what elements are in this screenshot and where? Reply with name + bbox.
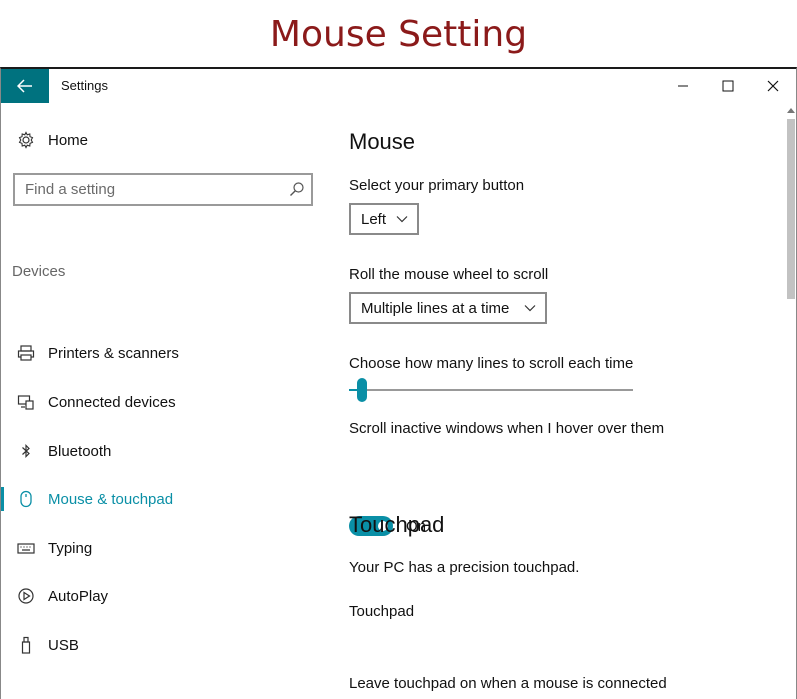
sidebar-item-label: Mouse & touchpad	[48, 490, 174, 508]
title-bar: Settings	[1, 69, 796, 103]
primary-button-dropdown[interactable]: Left	[349, 203, 419, 235]
leave-touchpad-label: Leave touchpad on when a mouse is connec…	[349, 675, 667, 692]
scroll-wheel-label: Roll the mouse wheel to scroll	[349, 266, 549, 283]
back-button[interactable]	[1, 69, 49, 103]
main-content: Mouse Select your primary button Left Ro…	[349, 103, 779, 699]
sidebar-item-label: Bluetooth	[48, 442, 112, 460]
minimize-button[interactable]	[663, 73, 703, 99]
sidebar-item-printers[interactable]: Printers & scanners	[1, 333, 329, 373]
gear-icon	[18, 131, 34, 149]
minimize-icon	[678, 85, 688, 87]
home-label: Home	[48, 131, 89, 149]
search-input[interactable]	[15, 175, 275, 204]
scroll-lines-slider-track[interactable]	[349, 389, 633, 391]
scroll-lines-label: Choose how many lines to scroll each tim…	[349, 355, 634, 372]
sidebar-item-typing[interactable]: Typing	[1, 528, 329, 568]
touchpad-heading: Touchpad	[349, 512, 445, 537]
sidebar-item-usb[interactable]: USB	[1, 625, 329, 665]
inactive-scroll-label: Scroll inactive windows when I hover ove…	[349, 420, 665, 437]
scrollbar-thumb[interactable]	[787, 119, 795, 299]
sidebar-item-label: USB	[48, 636, 79, 654]
scroll-lines-slider-thumb[interactable]	[357, 378, 367, 402]
scroll-mode-dropdown[interactable]: Multiple lines at a time	[349, 292, 547, 324]
back-arrow-icon	[17, 79, 32, 93]
sidebar-item-connected-devices[interactable]: Connected devices	[1, 382, 329, 422]
close-icon	[767, 80, 779, 92]
autoplay-icon	[17, 587, 35, 605]
sidebar-item-label: AutoPlay	[48, 587, 109, 605]
window-title: Settings	[61, 78, 108, 93]
maximize-icon	[722, 80, 734, 92]
printer-icon	[17, 344, 35, 362]
maximize-button[interactable]	[708, 73, 748, 99]
search-icon[interactable]	[289, 181, 305, 197]
close-button[interactable]	[753, 73, 793, 99]
sidebar-item-bluetooth[interactable]: Bluetooth	[1, 431, 329, 471]
sidebar: Home Devices Printers & scanners Connect…	[1, 103, 329, 699]
connected-devices-icon	[17, 393, 35, 411]
scroll-up-arrow-icon[interactable]	[787, 107, 795, 113]
chevron-down-icon	[524, 305, 536, 312]
touchpad-label: Touchpad	[349, 603, 415, 620]
primary-button-value: Left	[361, 210, 387, 228]
chevron-down-icon	[396, 216, 408, 223]
bluetooth-icon	[17, 442, 35, 460]
primary-button-label: Select your primary button	[349, 177, 525, 194]
sidebar-item-label: Connected devices	[48, 393, 176, 411]
mouse-heading: Mouse	[349, 129, 416, 154]
search-box	[13, 173, 313, 206]
section-label-devices: Devices	[12, 263, 66, 280]
precision-touchpad-text: Your PC has a precision touchpad.	[349, 559, 580, 576]
vertical-scrollbar[interactable]	[786, 103, 796, 699]
scroll-mode-value: Multiple lines at a time	[361, 299, 510, 317]
sidebar-item-mouse-touchpad[interactable]: Mouse & touchpad	[1, 479, 329, 519]
sidebar-item-label: Typing	[48, 539, 93, 557]
home-link[interactable]: Home	[17, 131, 88, 149]
banner-title: Mouse Setting	[269, 14, 528, 55]
sidebar-item-autoplay[interactable]: AutoPlay	[1, 576, 329, 616]
mouse-icon	[17, 490, 35, 508]
settings-window: Settings Home Devices	[0, 67, 797, 699]
usb-icon	[17, 636, 35, 654]
keyboard-icon	[17, 539, 35, 557]
sidebar-item-label: Printers & scanners	[48, 344, 179, 362]
